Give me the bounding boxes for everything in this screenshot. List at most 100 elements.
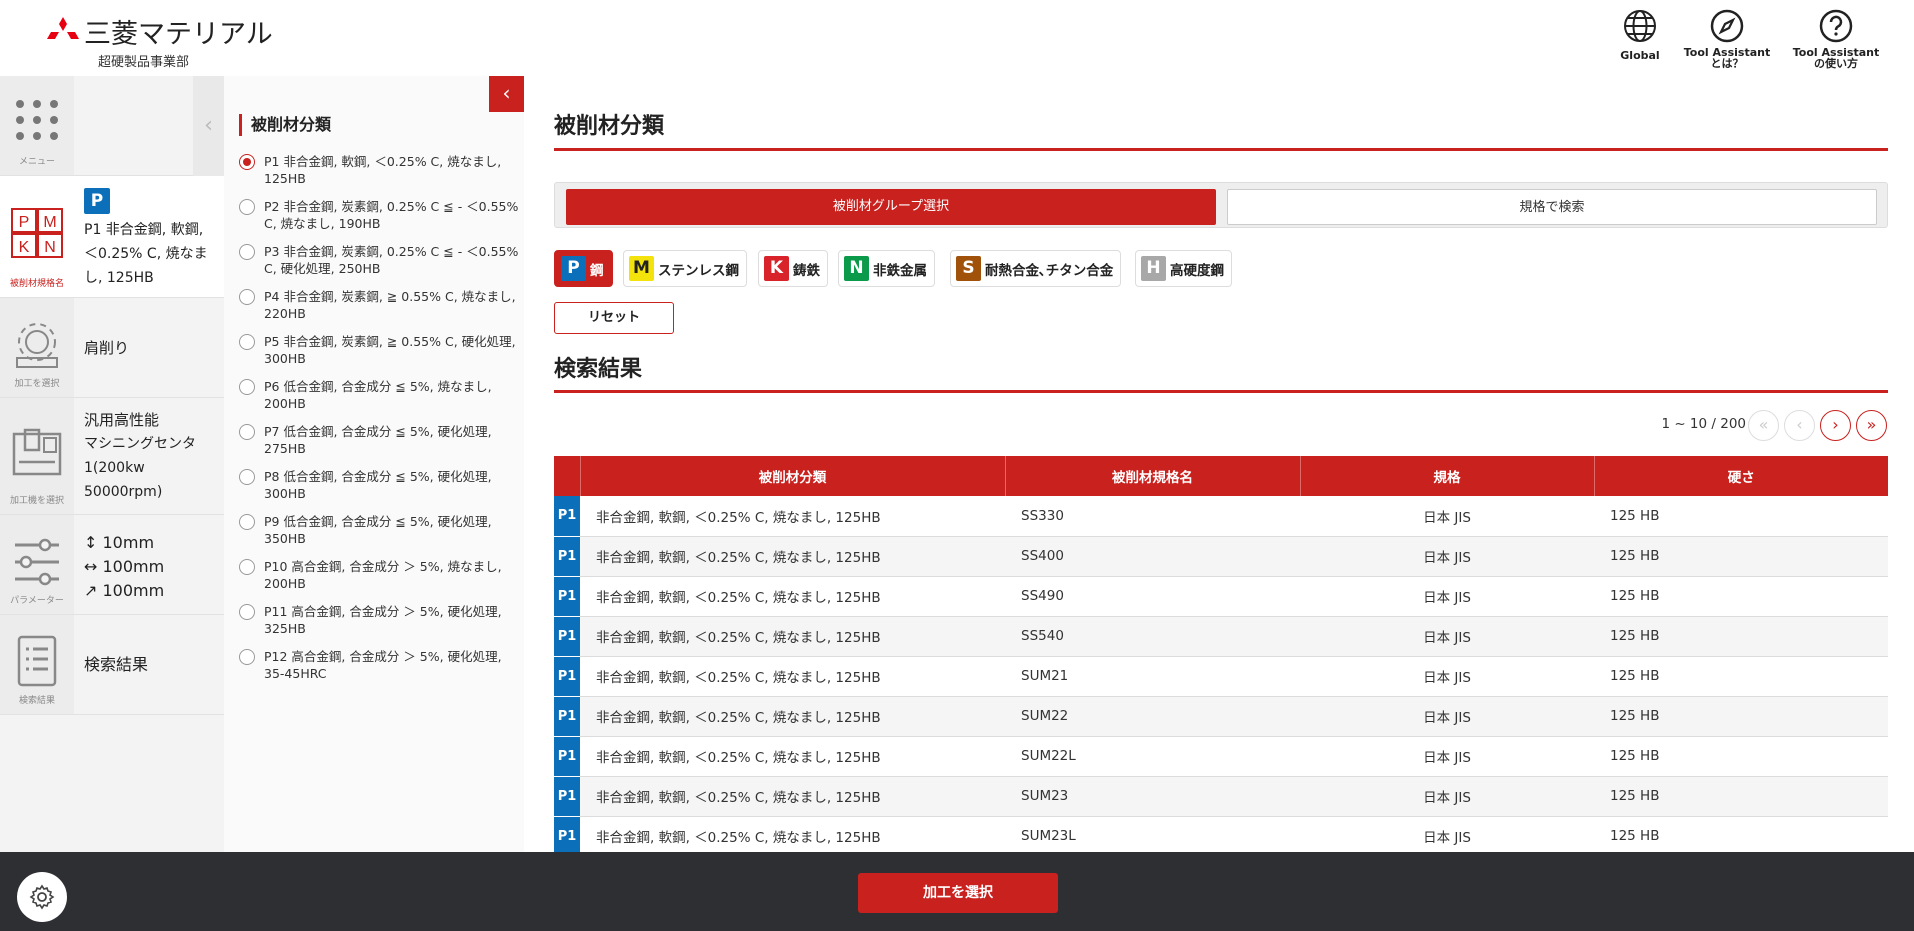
row-hardness: 125 HB xyxy=(1594,776,1888,817)
table-row[interactable]: P1 非合金鋼, 軟鋼, ＜0.25% C, 焼なまし, 125HB SUM23L 日… xyxy=(554,816,1888,857)
results-table: 被削材分類 被削材規格名 規格 硬さ P1 非合金鋼, 軟鋼, ＜0.25% C,… xyxy=(554,456,1888,857)
material-option[interactable]: P2 非合金鋼, 炭素鋼, 0.25% C ≦ - ＜0.55% C, 焼なまし… xyxy=(239,198,519,232)
menu-item[interactable]: メニュー ‹ xyxy=(0,76,224,176)
row-category: 非合金鋼, 軟鋼, ＜0.25% C, 焼なまし, 125HB xyxy=(580,616,1005,657)
table-row[interactable]: P1 非合金鋼, 軟鋼, ＜0.25% C, 焼なまし, 125HB SS490 日本… xyxy=(554,576,1888,617)
process-step[interactable]: 加工を選択 肩削り xyxy=(0,298,224,398)
parameter-step-icon[interactable]: パラメーター xyxy=(0,515,74,614)
chevron-left-icon: ‹ xyxy=(1796,415,1803,434)
parameter-step[interactable]: パラメーター ↕ 10mm ↔ 100mm ↗ 100mm xyxy=(0,515,224,615)
group-chip-k[interactable]: K 鋳鉄 xyxy=(758,250,828,287)
group-chip-s[interactable]: S 耐熱合金､チタン合金 xyxy=(950,250,1122,287)
results-step[interactable]: 検索結果 検索結果 xyxy=(0,615,224,715)
results-step-icon[interactable]: 検索結果 xyxy=(0,615,74,714)
header-name[interactable]: 被削材規格名 xyxy=(1005,456,1301,496)
first-page-button[interactable]: « xyxy=(1748,410,1779,441)
row-code-badge: P1 xyxy=(554,816,580,857)
header-code xyxy=(554,456,581,496)
material-option[interactable]: P5 非合金鋼, 炭素鋼, ≧ 0.55% C, 硬化処理, 300HB xyxy=(239,333,519,367)
group-chip-p[interactable]: P鋼 xyxy=(554,250,613,287)
three-diamonds-logo-icon xyxy=(47,16,79,39)
howto-label-line2: の使い方 xyxy=(1814,57,1858,70)
radio-button[interactable] xyxy=(239,559,255,575)
radio-button[interactable] xyxy=(239,154,255,170)
header-hardness[interactable]: 硬さ xyxy=(1594,456,1888,496)
group-label: 鋼 xyxy=(590,262,604,279)
material-option[interactable]: P11 高合金鋼, 合金成分 ＞ 5%, 硬化処理, 325HB xyxy=(239,603,519,637)
gear-process-icon xyxy=(16,323,58,368)
footer: 加工を選択 xyxy=(0,852,1914,931)
material-option[interactable]: P12 高合金鋼, 合金成分 ＞ 5%, 硬化処理, 35-45HRC xyxy=(239,648,519,682)
radio-button[interactable] xyxy=(239,604,255,620)
table-row[interactable]: P1 非合金鋼, 軟鋼, ＜0.25% C, 焼なまし, 125HB SUM23 日本… xyxy=(554,776,1888,817)
machine-value: 汎用高性能 マシニングセンタ 1(200kw 50000rpm) xyxy=(84,408,196,504)
radio-button[interactable] xyxy=(239,379,255,395)
company-logo[interactable]: 三菱マテリアル xyxy=(46,12,273,51)
next-page-button[interactable]: › xyxy=(1820,410,1851,441)
group-letter-badge: H xyxy=(1141,256,1166,281)
tab-group-select[interactable]: 被削材グループ選択 xyxy=(566,189,1216,225)
row-hardness: 125 HB xyxy=(1594,736,1888,777)
table-row[interactable]: P1 非合金鋼, 軟鋼, ＜0.25% C, 焼なまし, 125HB SS400 日本… xyxy=(554,536,1888,577)
material-option[interactable]: P1 非合金鋼, 軟鋼, ＜0.25% C, 焼なまし, 125HB xyxy=(239,153,519,187)
radio-button[interactable] xyxy=(239,514,255,530)
parameter-values: ↕ 10mm ↔ 100mm ↗ 100mm xyxy=(84,531,164,603)
group-chip-h[interactable]: H 高硬度鋼 xyxy=(1135,250,1232,287)
group-chip-n[interactable]: N 非鉄金属 xyxy=(838,250,935,287)
table-row[interactable]: P1 非合金鋼, 軟鋼, ＜0.25% C, 焼なまし, 125HB SUM22 日本… xyxy=(554,696,1888,737)
machine-step-icon[interactable]: 加工機を選択 xyxy=(0,398,74,514)
machine-line1: 汎用高性能 xyxy=(84,411,160,429)
material-option[interactable]: P8 低合金鋼, 合金成分 ≦ 5%, 硬化処理, 300HB xyxy=(239,468,519,502)
group-chip-m[interactable]: M ステンレス鋼 xyxy=(623,250,747,287)
material-option[interactable]: P7 低合金鋼, 合金成分 ≦ 5%, 硬化処理, 275HB xyxy=(239,423,519,457)
last-page-button[interactable]: » xyxy=(1856,410,1887,441)
material-option[interactable]: P10 高合金鋼, 合金成分 ＞ 5%, 焼なまし, 200HB xyxy=(239,558,519,592)
row-category: 非合金鋼, 軟鋼, ＜0.25% C, 焼なまし, 125HB xyxy=(580,816,1005,857)
process-value: 肩削り xyxy=(84,339,130,357)
radio-button[interactable] xyxy=(239,334,255,350)
row-code-badge: P1 xyxy=(554,696,580,737)
filter-collapse-button[interactable]: ‹ xyxy=(489,76,524,112)
material-option[interactable]: P3 非合金鋼, 炭素鋼, 0.25% C ≦ - ＜0.55% C, 硬化処理… xyxy=(239,243,519,277)
table-row[interactable]: P1 非合金鋼, 軟鋼, ＜0.25% C, 焼なまし, 125HB SS330 日本… xyxy=(554,496,1888,537)
material-option[interactable]: P9 低合金鋼, 合金成分 ≦ 5%, 硬化処理, 350HB xyxy=(239,513,519,547)
radio-button[interactable] xyxy=(239,244,255,260)
radio-button[interactable] xyxy=(239,469,255,485)
sliders-icon xyxy=(15,538,59,586)
material-step-icon[interactable]: P M K N 被削材規格名 xyxy=(0,176,74,297)
group-letter-badge: N xyxy=(844,256,869,281)
material-option-label: P12 高合金鋼, 合金成分 ＞ 5%, 硬化処理, 35-45HRC xyxy=(264,649,502,681)
row-standard: 日本 JIS xyxy=(1300,616,1594,657)
material-option[interactable]: P4 非合金鋼, 炭素鋼, ≧ 0.55% C, 焼なまし, 220HB xyxy=(239,288,519,322)
menu-button[interactable]: メニュー xyxy=(0,76,74,175)
radio-button[interactable] xyxy=(239,289,255,305)
process-step-icon[interactable]: 加工を選択 xyxy=(0,298,74,397)
machine-line3: 1(200kw xyxy=(84,460,145,476)
about-label-line2: とは？ xyxy=(1710,57,1744,70)
tab-standard-search[interactable]: 規格で検索 xyxy=(1227,189,1877,225)
radio-button[interactable] xyxy=(239,649,255,665)
results-title: 検索結果 xyxy=(554,357,643,382)
pmkn-letter-k: K xyxy=(19,239,30,256)
radio-button[interactable] xyxy=(239,424,255,440)
settings-button[interactable] xyxy=(17,872,67,922)
material-step[interactable]: P M K N 被削材規格名 P P1 非合金鋼, 軟鋼, ＜0.25% C, … xyxy=(0,176,224,298)
table-row[interactable]: P1 非合金鋼, 軟鋼, ＜0.25% C, 焼なまし, 125HB SUM21 日本… xyxy=(554,656,1888,697)
prev-page-button[interactable]: ‹ xyxy=(1784,410,1815,441)
howto-tool-assistant-button[interactable]: Tool Assistant の使い方 xyxy=(1786,8,1886,69)
header-standard[interactable]: 規格 xyxy=(1300,456,1595,496)
machine-step[interactable]: 加工機を選択 汎用高性能 マシニングセンタ 1(200kw 50000rpm) xyxy=(0,398,224,515)
material-filter-panel: 被削材分類 P1 非合金鋼, 軟鋼, ＜0.25% C, 焼なまし, 125HB… xyxy=(224,76,524,852)
radio-button[interactable] xyxy=(239,199,255,215)
material-group-badge: P xyxy=(84,188,110,214)
document-list-icon xyxy=(17,635,57,687)
reset-button[interactable]: リセット xyxy=(554,302,674,334)
table-row[interactable]: P1 非合金鋼, 軟鋼, ＜0.25% C, 焼なまし, 125HB SS540 日本… xyxy=(554,616,1888,657)
rail-collapse-button[interactable]: ‹ xyxy=(193,76,224,176)
material-option[interactable]: P6 低合金鋼, 合金成分 ≦ 5%, 焼なまし, 200HB xyxy=(239,378,519,412)
about-tool-assistant-button[interactable]: Tool Assistant とは？ xyxy=(1677,8,1777,69)
table-row[interactable]: P1 非合金鋼, 軟鋼, ＜0.25% C, 焼なまし, 125HB SUM22L 日… xyxy=(554,736,1888,777)
header-category[interactable]: 被削材分類 xyxy=(580,456,1006,496)
global-button[interactable]: Global xyxy=(1590,8,1690,61)
select-process-button[interactable]: 加工を選択 xyxy=(858,873,1058,913)
